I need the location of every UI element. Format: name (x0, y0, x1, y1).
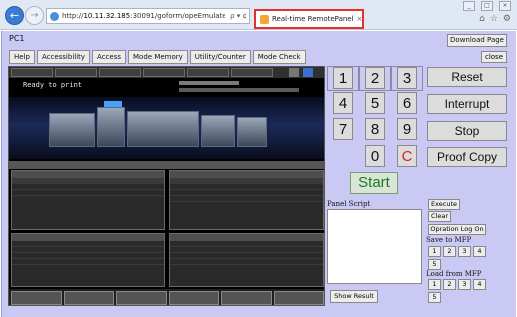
screen-button[interactable] (168, 291, 219, 305)
load-slot-4[interactable]: 4 (473, 279, 486, 290)
mfp-screen[interactable]: Ready to print (8, 66, 325, 306)
page-title: PC1 (9, 34, 25, 43)
forward-arrow-icon: → (30, 10, 39, 21)
tab-title: Real-time RemotePanel (272, 15, 354, 23)
save-slot-4[interactable]: 4 (473, 246, 486, 257)
function-list[interactable] (11, 233, 165, 287)
key-6[interactable]: 6 (397, 92, 417, 114)
key-0[interactable]: 0 (365, 145, 385, 167)
browser-tools: ⌂ ☆ ⚙ (479, 14, 511, 24)
accessibility-button[interactable]: Accessibility (36, 50, 91, 64)
settings-gear-icon[interactable]: ⚙ (503, 14, 511, 24)
address-bar[interactable]: http://10.11.32.185:30091/goform/opeEmul… (46, 8, 250, 24)
save-to-mfp-label: Save to MFP (426, 236, 472, 244)
key-8[interactable]: 8 (365, 118, 385, 140)
close-window-icon[interactable]: × (499, 1, 511, 11)
key-7[interactable]: 7 (333, 118, 353, 140)
address-url[interactable]: http://10.11.32.185:30091/goform/opeEmul… (62, 12, 225, 20)
load-slot-2[interactable]: 2 (443, 279, 456, 290)
machine-image (9, 97, 324, 159)
load-slot-3[interactable]: 3 (458, 279, 471, 290)
menu-bar: Help Accessibility Access Mode Memory Ut… (9, 50, 319, 64)
proof-copy-button[interactable]: Proof Copy (427, 147, 507, 167)
tab-remote-panel[interactable]: Real-time RemotePanel × (254, 9, 364, 29)
job-list-right[interactable] (169, 170, 324, 230)
key-2[interactable]: 2 (365, 67, 385, 89)
panel-script-textarea[interactable] (327, 209, 422, 284)
load-slot-5[interactable]: 5 (428, 292, 441, 303)
job-list-left[interactable] (11, 170, 165, 230)
execute-button[interactable]: Execute (428, 199, 460, 210)
download-page-button[interactable]: Download Page (447, 34, 507, 47)
screen-button[interactable] (63, 291, 114, 305)
operation-log-button[interactable]: Opration Log On (428, 224, 486, 235)
save-slot-3[interactable]: 3 (458, 246, 471, 257)
search-refresh-icons[interactable]: ρ ▾ ¢ (228, 12, 249, 20)
browser-toolbar: ← → http://10.11.32.185:30091/goform/ope… (0, 0, 517, 30)
screen-button[interactable] (11, 291, 62, 305)
start-button[interactable]: Start (350, 172, 398, 194)
key-clear[interactable]: C (397, 145, 417, 167)
screen-button[interactable] (221, 291, 272, 305)
back-arrow-icon: ← (9, 9, 20, 22)
key-3[interactable]: 3 (397, 67, 417, 89)
machine-status-text: Ready to print (23, 81, 83, 89)
back-button[interactable]: ← (5, 6, 24, 25)
key-1[interactable]: 1 (333, 67, 353, 89)
favorites-icon[interactable]: ☆ (490, 14, 498, 24)
load-from-mfp-label: Load from MFP (426, 270, 482, 278)
close-button[interactable]: close (481, 51, 507, 63)
key-5[interactable]: 5 (365, 92, 385, 114)
save-slot-5[interactable]: 5 (428, 259, 441, 270)
forward-button[interactable]: → (25, 6, 44, 25)
screen-tab[interactable] (187, 68, 229, 77)
key-9[interactable]: 9 (397, 118, 417, 140)
home-icon[interactable]: ⌂ (479, 14, 485, 24)
access-button[interactable]: Access (92, 50, 127, 64)
utility-counter-button[interactable]: Utility/Counter (189, 50, 251, 64)
reset-button[interactable]: Reset (427, 67, 507, 87)
key-4[interactable]: 4 (333, 92, 353, 114)
screen-tab[interactable] (99, 68, 141, 77)
screen-tab[interactable] (231, 68, 273, 77)
screen-button[interactable] (273, 291, 324, 305)
help-button[interactable]: Help (9, 50, 35, 64)
screen-button[interactable] (116, 291, 167, 305)
clear-button[interactable]: Clear (428, 211, 451, 222)
show-result-button[interactable]: Show Result (330, 290, 378, 303)
tray-list[interactable] (169, 233, 324, 287)
window-controls: _ □ × (463, 1, 511, 11)
save-slot-2[interactable]: 2 (443, 246, 456, 257)
screen-tab[interactable] (55, 68, 97, 77)
screen-bottom-buttons (9, 289, 324, 305)
mode-check-button[interactable]: Mode Check (252, 50, 306, 64)
favicon-icon (260, 14, 269, 24)
tab-close-icon[interactable]: × (357, 15, 366, 23)
save-slot-1[interactable]: 1 (428, 246, 441, 257)
screen-status-icon (289, 68, 299, 77)
panel-script-label: Panel Script (327, 200, 371, 208)
load-slot-1[interactable]: 1 (428, 279, 441, 290)
page-icon (50, 11, 59, 21)
job-list-tabs[interactable] (9, 161, 324, 169)
screen-info-panel (179, 81, 319, 95)
screen-tab[interactable] (143, 68, 185, 77)
screen-tab[interactable] (11, 68, 53, 77)
stop-button[interactable]: Stop (427, 121, 507, 141)
minimize-icon[interactable]: _ (463, 1, 475, 11)
maximize-icon[interactable]: □ (481, 1, 493, 11)
screen-help-icon[interactable] (303, 68, 313, 77)
screen-top-bar (9, 67, 324, 78)
mode-memory-button[interactable]: Mode Memory (128, 50, 188, 64)
interrupt-button[interactable]: Interrupt (427, 94, 507, 114)
